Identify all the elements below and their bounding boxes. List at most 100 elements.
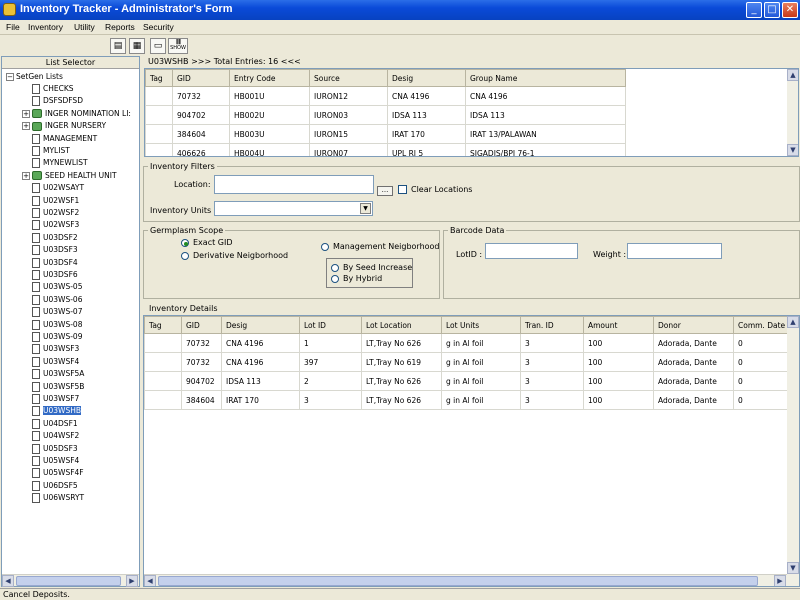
left-horizontal-scrollbar[interactable]: ◀ ▶ xyxy=(2,574,139,587)
tree-item[interactable]: U03WSF4 xyxy=(32,356,79,368)
details-grid[interactable]: Tag GID Desig Lot ID Lot Location Lot Units Tr… xyxy=(143,315,800,587)
entries-vertical-scrollbar[interactable]: ▲ ▼ xyxy=(787,69,798,156)
close-button[interactable]: ✕ xyxy=(782,2,798,18)
lotid-input[interactable] xyxy=(485,243,578,259)
tree-item[interactable]: DSFSDFSD xyxy=(32,95,83,107)
tree-item[interactable]: U05WSF4 xyxy=(32,455,79,467)
expand-icon[interactable]: + xyxy=(22,171,30,180)
column-header[interactable]: Tag xyxy=(144,316,182,334)
tree-item[interactable]: U02WSF3 xyxy=(32,219,79,231)
maximize-button[interactable]: □ xyxy=(764,2,780,18)
barcode-icon[interactable]: ||||||| SHOW xyxy=(168,38,188,54)
tree-item[interactable]: CHECKS xyxy=(32,83,74,95)
expand-icon[interactable]: + xyxy=(22,109,30,118)
location-input[interactable] xyxy=(214,175,374,194)
column-header[interactable]: GID xyxy=(181,316,222,334)
details-horizontal-scrollbar[interactable]: ◀ ▶ xyxy=(144,574,787,586)
table-row[interactable]: 70732 CNA 4196 1 LT,Tray No 626 g in Al foil… xyxy=(144,333,799,353)
tree-item[interactable]: + INGER NURSERY xyxy=(22,120,106,132)
weight-input[interactable] xyxy=(627,243,722,259)
radio-icon[interactable] xyxy=(321,242,329,251)
document-icon[interactable]: ▤ xyxy=(110,38,126,54)
scroll-down-icon[interactable]: ▼ xyxy=(787,144,798,156)
tree-item[interactable]: U04DSF1 xyxy=(32,418,78,430)
browse-location-button[interactable]: ... xyxy=(377,186,393,196)
tree-item[interactable]: U03WSF7 xyxy=(32,393,79,405)
tree-root[interactable]: − SetGen Lists xyxy=(6,71,63,83)
column-header[interactable]: Desig xyxy=(387,69,466,87)
menu-reports[interactable]: Reports xyxy=(105,22,135,32)
collapse-icon[interactable]: − xyxy=(6,73,14,81)
tree-item[interactable]: U03WSF5B xyxy=(32,381,84,393)
menu-utility[interactable]: Utility xyxy=(74,22,95,32)
tree-item[interactable]: U06WSRYT xyxy=(32,492,84,504)
menu-security[interactable]: Security xyxy=(143,22,174,32)
tree-item[interactable]: U06DSF5 xyxy=(32,480,78,492)
management-neighborhood-radio[interactable]: Management Neigborhood xyxy=(321,242,440,251)
tree-item[interactable]: U03WSF3 xyxy=(32,343,79,355)
table-row[interactable]: 406626 HB004U IURON07 UPL RI 5 SIGADIS/BPI 7… xyxy=(145,143,626,156)
scroll-right-icon[interactable]: ▶ xyxy=(126,575,138,587)
tree-item[interactable]: U03WS-05 xyxy=(32,281,82,293)
expand-icon[interactable]: + xyxy=(22,122,30,131)
tree-item[interactable]: + INGER NOMINATION LI: xyxy=(22,108,131,120)
checkbox-icon[interactable] xyxy=(398,185,407,194)
by-seed-increase-radio[interactable]: By Seed Increase xyxy=(331,263,412,272)
table-row[interactable]: 70732 CNA 4196 397 LT,Tray No 619 g in Al fo… xyxy=(144,352,799,372)
radio-selected-icon[interactable] xyxy=(181,238,189,247)
tree-item[interactable]: U05DSF3 xyxy=(32,443,78,455)
radio-icon[interactable] xyxy=(331,274,339,283)
column-header[interactable]: Entry Code xyxy=(229,69,310,87)
clear-locations-checkbox[interactable]: Clear Locations xyxy=(398,185,472,194)
tree-item[interactable]: MANAGEMENT xyxy=(32,133,97,145)
table-row[interactable]: 384604 HB003U IURON15 IRAT 170 IRAT 13/PALAW… xyxy=(145,124,626,144)
tree-item[interactable]: U03WS-09 xyxy=(32,331,82,343)
scroll-left-icon[interactable]: ◀ xyxy=(2,575,14,587)
column-header[interactable]: Source xyxy=(309,69,388,87)
by-hybrid-radio[interactable]: By Hybrid xyxy=(331,274,382,283)
table-row[interactable]: 384604 IRAT 170 3 LT,Tray No 626 g in Al foi… xyxy=(144,390,799,410)
scroll-down-icon[interactable]: ▼ xyxy=(787,562,799,574)
report-icon[interactable]: ▦ xyxy=(129,38,145,54)
column-header[interactable]: Lot Location xyxy=(361,316,442,334)
radio-icon[interactable] xyxy=(331,263,339,272)
column-header[interactable]: Desig xyxy=(221,316,300,334)
scroll-left-icon[interactable]: ◀ xyxy=(144,575,156,586)
tree-item[interactable]: U03WS-07 xyxy=(32,306,82,318)
scroll-up-icon[interactable]: ▲ xyxy=(787,69,798,81)
tree-item[interactable]: U03WSHB xyxy=(32,405,81,417)
column-header[interactable]: Lot Units xyxy=(441,316,521,334)
tree-item[interactable]: U03DSF2 xyxy=(32,232,78,244)
entries-grid[interactable]: Tag GID Entry Code Source Desig Group Name 70… xyxy=(144,68,799,157)
chevron-down-icon[interactable]: ▼ xyxy=(360,203,371,214)
table-row[interactable]: 904702 IDSA 113 2 LT,Tray No 626 g in Al foi… xyxy=(144,371,799,391)
radio-icon[interactable] xyxy=(181,251,189,260)
derivative-neighborhood-radio[interactable]: Derivative Neigborhood xyxy=(181,251,288,260)
tree-item[interactable]: U02WSF1 xyxy=(32,195,79,207)
tree-item[interactable]: U02WSAYT xyxy=(32,182,84,194)
table-row[interactable]: 904702 HB002U IURON03 IDSA 113 IDSA 113 xyxy=(145,105,626,125)
column-header[interactable]: Donor xyxy=(653,316,734,334)
details-vertical-scrollbar[interactable]: ▲ ▼ xyxy=(787,316,799,586)
scroll-up-icon[interactable]: ▲ xyxy=(787,316,799,328)
tree-item[interactable]: + SEED HEALTH UNIT xyxy=(22,170,117,182)
menu-file[interactable]: File xyxy=(6,22,20,32)
tree-item[interactable]: U04WSF2 xyxy=(32,430,79,442)
inventory-units-select[interactable]: ▼ xyxy=(214,201,373,216)
tree-item[interactable]: MYNEWLIST xyxy=(32,157,88,169)
column-header[interactable]: Lot ID xyxy=(299,316,362,334)
tree-item[interactable]: U05WSF4F xyxy=(32,467,84,479)
column-header[interactable]: Tran. ID xyxy=(520,316,584,334)
tree-item[interactable]: U03WSF5A xyxy=(32,368,84,380)
table-row[interactable]: 70732 HB001U IURON12 CNA 4196 CNA 4196 xyxy=(145,86,626,106)
tree-item[interactable]: U02WSF2 xyxy=(32,207,79,219)
column-header[interactable]: Tag xyxy=(145,69,173,87)
tree-item[interactable]: U03DSF4 xyxy=(32,257,78,269)
scroll-right-icon[interactable]: ▶ xyxy=(774,575,786,586)
tree-item[interactable]: MYLIST xyxy=(32,145,70,157)
tree-item[interactable]: U03DSF3 xyxy=(32,244,78,256)
tree-item[interactable]: U03DSF6 xyxy=(32,269,78,281)
column-header[interactable]: GID xyxy=(172,69,230,87)
tree-item[interactable]: U03WS-06 xyxy=(32,294,82,306)
scroll-thumb[interactable] xyxy=(16,576,121,586)
